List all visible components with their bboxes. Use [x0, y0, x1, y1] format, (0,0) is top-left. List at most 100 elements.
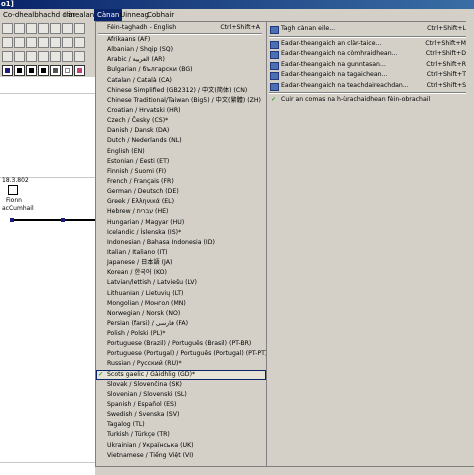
toolbar-button[interactable] [14, 37, 25, 48]
language-item[interactable]: English (EN) [96, 147, 266, 157]
color-swatch-button[interactable] [14, 65, 25, 76]
language-tool-item[interactable]: Eadar-theangaich na gunntasan... Ctrl+Shi… [267, 60, 474, 70]
language-tool-item[interactable]: Tagh cànan eile... Ctrl+Shift+L [267, 24, 474, 34]
language-item-label: Slovenian / Slovenski (SL) [107, 390, 187, 398]
color-swatch-button[interactable] [50, 65, 61, 76]
language-item[interactable]: Spanish / Español (ES) [96, 400, 266, 410]
toolbar-button[interactable] [38, 37, 49, 48]
language-item[interactable]: Hebrew / עברית (HE) [96, 207, 266, 217]
translate-icon [270, 72, 279, 80]
menu-help[interactable]: Cobhair [144, 9, 177, 21]
language-item[interactable]: Ukrainian / Українська (UK) [96, 441, 266, 451]
language-item[interactable]: Croatian / Hrvatski (HR) [96, 106, 266, 116]
language-item-label: Swedish / Svenska (SV) [107, 411, 180, 419]
language-item-label: Persian (farsi) / فارسی (FA) [107, 319, 189, 327]
toolbar-button[interactable] [62, 23, 73, 34]
language-item[interactable]: Estonian / Eesti (ET) [96, 157, 266, 167]
language-item-label: Mongolian / Монгол (MN) [107, 299, 186, 307]
language-tool-label: Eadar-theangaich na teachdaireachdan... [281, 81, 409, 89]
language-item[interactable]: Russian / Русский (RU)* [96, 359, 266, 369]
toolbar-button[interactable] [2, 51, 13, 62]
translate-icon [270, 40, 279, 49]
language-item[interactable]: French / Français (FR) [96, 177, 266, 187]
language-tool-label: Tagh cànan eile... [281, 25, 336, 32]
language-item[interactable]: Portuguese (Brazil) / Português (Brasil)… [96, 339, 266, 349]
toolbar-button[interactable] [26, 37, 37, 48]
color-swatch-button[interactable] [62, 65, 73, 76]
color-swatch-button[interactable] [38, 65, 49, 76]
language-item[interactable]: Latvian/lettish / Latviešu (LV) [96, 278, 266, 288]
language-item[interactable]: Korean / 한국어 (KO) [96, 268, 266, 278]
language-item[interactable]: Indonesian / Bahasa Indonesia (ID) [96, 238, 266, 248]
language-item-label: Albanian / Shqip (SQ) [107, 46, 174, 54]
language-item[interactable]: Catalan / Català (CA) [96, 76, 266, 86]
toolbar-button[interactable] [38, 51, 49, 62]
language-item[interactable]: Chinese Simplified (GB2312) / 中文(简体) (CN… [96, 86, 266, 96]
language-item[interactable]: Norwegian / Norsk (NO) [96, 309, 266, 319]
language-item[interactable]: Czech / Česky (CS)* [96, 116, 266, 126]
language-item[interactable]: ✓ Scots gaelic / Gàidhlig (GD)* [96, 369, 266, 380]
toolbar-button[interactable] [74, 51, 85, 62]
toolbar-button[interactable] [2, 37, 13, 48]
language-item[interactable]: German / Deutsch (DE) [96, 187, 266, 197]
language-item[interactable]: Tagalog (TL) [96, 420, 266, 430]
menu-tools[interactable]: Innealan [61, 9, 97, 21]
language-tool-item[interactable]: Eadar-theangaich na còmhraidhean... Ctrl+… [267, 49, 474, 59]
language-item[interactable]: Vietnamese / Tiếng Việt (VI) [96, 451, 266, 461]
language-item[interactable]: Danish / Dansk (DA) [96, 126, 266, 136]
toolbar-button[interactable] [62, 51, 73, 62]
language-item[interactable]: Finnish / Suomi (FI) [96, 167, 266, 177]
language-item-label: Italian / Italiano (IT) [107, 248, 168, 256]
language-item[interactable]: Portuguese (Portugal) / Português (Portu… [96, 349, 266, 359]
language-item[interactable]: Mongolian / Монгол (MN) [96, 299, 266, 309]
window-title: o1] [1, 0, 14, 8]
toolbar-button[interactable] [74, 23, 85, 34]
toolbar-button[interactable] [14, 51, 25, 62]
language-item[interactable]: Greek / Ελληνικά (EL) [96, 197, 266, 207]
language-item[interactable]: Persian (farsi) / فارسی (FA) [96, 319, 266, 329]
language-item[interactable]: Slovak / Slovenčina (SK) [96, 380, 266, 390]
language-item[interactable]: Turkish / Türkçe (TR) [96, 430, 266, 440]
language-item[interactable]: Chinese Traditional/Taiwan (Big5) / 中文(繁… [96, 96, 266, 106]
language-item-label: Vietnamese / Tiếng Việt (VI) [107, 451, 194, 459]
language-tool-item[interactable]: ✓ Cuir an comas na h-ùrachaidhean fèin-ob… [267, 95, 474, 105]
toolbar-button[interactable] [26, 23, 37, 34]
language-item[interactable]: Arabic / العربية (AR) [96, 55, 266, 65]
selection-handle[interactable] [10, 218, 14, 222]
language-dropdown-menu: Féin-taghadh - English Ctrl+Shift+A Afrika… [95, 21, 267, 468]
toolbar-button[interactable] [62, 37, 73, 48]
selection-handle[interactable] [61, 218, 65, 222]
toolbar-button[interactable] [2, 23, 13, 34]
language-item-label: Chinese Traditional/Taiwan (Big5) / 中文(繁… [107, 96, 261, 104]
language-item[interactable]: Polish / Polski (PL)* [96, 329, 266, 339]
toolbar-button[interactable] [50, 37, 61, 48]
language-item[interactable]: Swedish / Svenska (SV) [96, 410, 266, 420]
language-item[interactable]: Slovenian / Slovenski (SL) [96, 390, 266, 400]
language-item[interactable]: Féin-taghadh - English Ctrl+Shift+A [96, 23, 266, 33]
language-item[interactable]: Lithuanian / Lietuvių (LT) [96, 289, 266, 299]
toolbar-button[interactable] [14, 23, 25, 34]
language-tool-item[interactable]: Eadar-theangaich na teachdaireachdan... C… [267, 81, 474, 91]
language-item[interactable]: Bulgarian / български (BG) [96, 65, 266, 75]
language-item[interactable]: Afrikaans (AF) [96, 35, 266, 45]
language-item[interactable]: Japanese / 日本語 (JA) [96, 258, 266, 268]
color-swatch-button[interactable] [74, 65, 85, 76]
toolbar-button[interactable] [38, 23, 49, 34]
language-tool-item[interactable]: Eadar-theangaich na tagaichean... Ctrl+Sh… [267, 70, 474, 80]
color-swatch-button[interactable] [2, 65, 13, 76]
toolbar-button[interactable] [50, 23, 61, 34]
language-item[interactable]: Hungarian / Magyar (HU) [96, 218, 266, 228]
diagram-canvas[interactable]: 18.3.802 Fionn acCumhail [0, 77, 96, 474]
toolbar-button[interactable] [26, 51, 37, 62]
language-item[interactable]: Icelandic / Íslenska (IS)* [96, 228, 266, 238]
language-item[interactable]: Dutch / Nederlands (NL) [96, 136, 266, 146]
language-item[interactable]: Albanian / Shqip (SQ) [96, 45, 266, 55]
language-tool-item[interactable]: Eadar-theangaich an clàr-taice... Ctrl+Sh… [267, 39, 474, 49]
connector-line[interactable] [11, 219, 95, 221]
person-node-icon[interactable] [8, 185, 18, 195]
toolbar-button[interactable] [74, 37, 85, 48]
toolbar [0, 21, 95, 77]
color-swatch-button[interactable] [26, 65, 37, 76]
language-item[interactable]: Italian / Italiano (IT) [96, 248, 266, 258]
toolbar-button[interactable] [50, 51, 61, 62]
